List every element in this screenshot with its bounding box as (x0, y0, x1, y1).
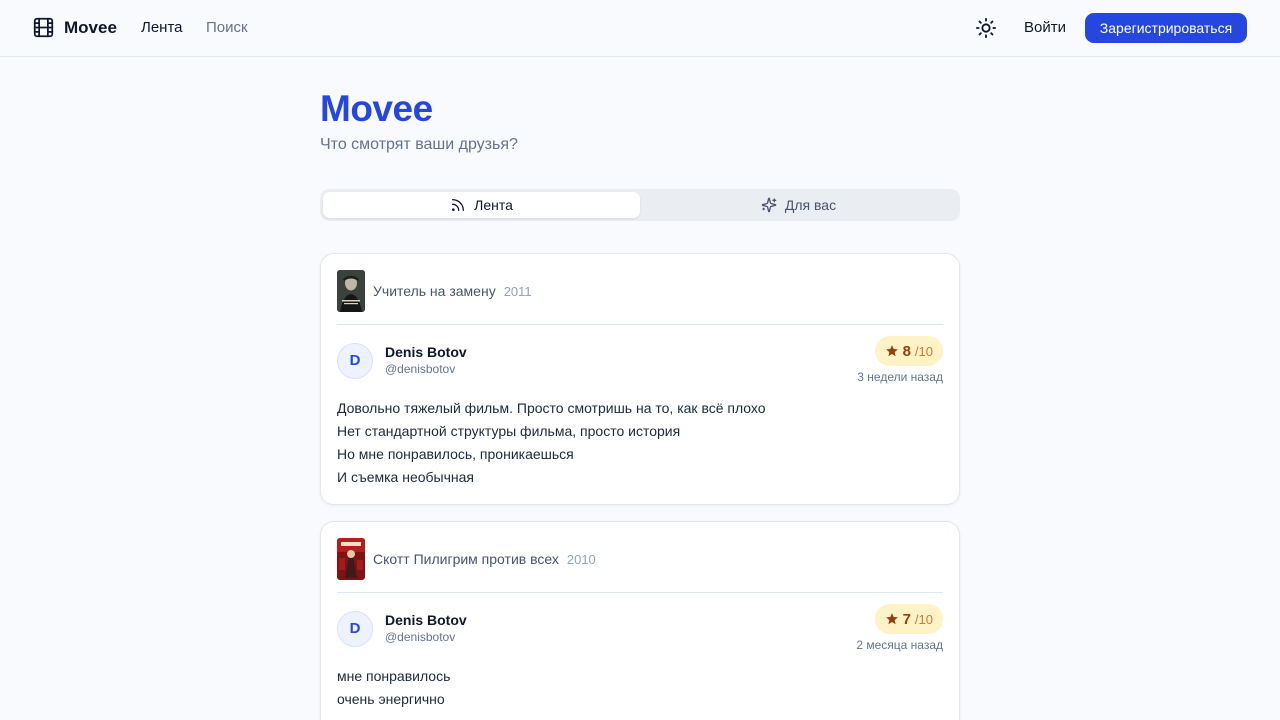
rating-badge: 8 /10 (874, 336, 943, 366)
rating-max: /10 (914, 611, 933, 627)
star-icon (885, 345, 898, 357)
signup-button[interactable]: Зарегистрироваться (1085, 13, 1247, 43)
movie-year: 2010 (566, 552, 596, 567)
review-card: Скотт Пилигрим против всех 2010 D Denis B… (320, 521, 960, 720)
top-navbar: Movee Лента Поиск Войти Зарегистрировать… (0, 0, 1280, 57)
review-timestamp: 3 недели назад (857, 370, 943, 384)
user-handle: @denisbotov (385, 630, 456, 644)
rating-max: /10 (914, 343, 933, 359)
sun-icon[interactable] (975, 17, 997, 39)
nav-link-feed[interactable]: Лента (141, 19, 183, 37)
feed-tabs: Лента Для вас (320, 189, 960, 221)
user-name[interactable]: Denis Botov (385, 612, 467, 629)
movie-title-line[interactable]: Учитель на замену 2011 (373, 282, 532, 301)
page-title: Movee (320, 88, 433, 129)
review-line: очень энергично (337, 691, 445, 707)
film-icon[interactable] (33, 17, 54, 38)
review-card: Учитель на замену 2011 D Denis Botov @den… (320, 253, 960, 505)
star-icon (885, 613, 898, 625)
review-line: И съемка необычная (337, 469, 474, 485)
tab-feed-label: Лента (474, 197, 513, 213)
movie-poster[interactable] (337, 538, 365, 580)
rating-badge: 7 /10 (874, 604, 943, 634)
review-timestamp: 2 месяца назад (856, 638, 943, 652)
review-text: мне понравилось очень энергично (337, 665, 943, 711)
review-line: мне понравилось (337, 668, 451, 684)
user-handle: @denisbotov (385, 362, 456, 376)
tab-for-you[interactable]: Для вас (640, 192, 957, 218)
rating-value: 7 (902, 610, 911, 628)
movie-title-line[interactable]: Скотт Пилигрим против всех 2010 (373, 550, 596, 569)
card-divider (337, 592, 943, 593)
user-name[interactable]: Denis Botov (385, 344, 467, 361)
tab-feed[interactable]: Лента (323, 192, 640, 218)
card-divider (337, 324, 943, 325)
movie-year: 2011 (503, 284, 532, 299)
rating-value: 8 (902, 342, 911, 360)
review-line: Но мне понравилось, проникаешься (337, 446, 574, 462)
avatar[interactable]: D (337, 611, 373, 647)
rss-icon (452, 199, 465, 211)
nav-link-search[interactable]: Поиск (206, 19, 248, 37)
avatar[interactable]: D (337, 343, 373, 379)
review-text: Довольно тяжелый фильм. Просто смотришь … (337, 397, 943, 489)
movie-title[interactable]: Учитель на замену (373, 283, 496, 299)
logo-text[interactable]: Movee (64, 17, 117, 38)
review-line: Довольно тяжелый фильм. Просто смотришь … (337, 400, 766, 416)
tab-for-you-label: Для вас (784, 197, 837, 213)
sparkles-icon (761, 197, 777, 213)
page-subtitle: Что смотрят ваши друзья? (320, 136, 518, 153)
movie-title[interactable]: Скотт Пилигрим против всех (373, 551, 559, 567)
login-button[interactable]: Войти (1024, 19, 1066, 37)
movie-poster[interactable] (337, 270, 365, 312)
review-line: Нет стандартной структуры фильма, просто… (337, 423, 681, 439)
